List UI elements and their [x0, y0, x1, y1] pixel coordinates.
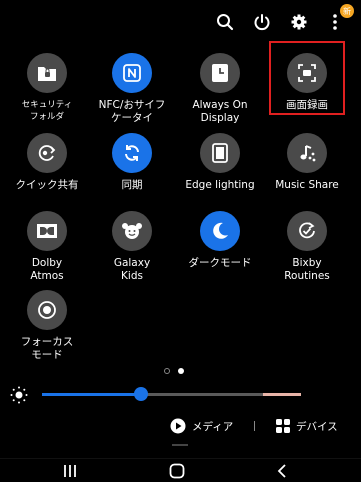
tile-label: Music Share — [275, 179, 339, 191]
home-icon[interactable] — [168, 463, 186, 479]
tile-label: 同期 — [121, 179, 143, 191]
brightness-slider-extra — [263, 393, 301, 396]
bixby-routines-icon — [287, 211, 327, 251]
focus-mode-icon — [27, 290, 67, 330]
tile-quick-share[interactable]: クイック共有 — [5, 133, 89, 192]
quick-share-icon — [27, 133, 67, 173]
highlight-box — [269, 41, 345, 115]
panel-handle[interactable] — [172, 444, 188, 446]
tile-focus-mode[interactable]: フォーカス モード — [5, 290, 89, 362]
quick-panel-header: 新 — [0, 0, 361, 40]
tile-bixby-routines[interactable]: Bixby Routines — [265, 211, 349, 283]
secure-folder-icon — [27, 53, 67, 93]
play-icon — [170, 418, 186, 434]
dark-mode-icon — [200, 211, 240, 251]
tile-label: Always On Display — [192, 99, 248, 124]
tile-sync[interactable]: 同期 — [90, 133, 174, 192]
brightness-slider-thumb[interactable] — [134, 387, 148, 401]
tile-secure-folder[interactable]: セキュリティ フォルダ — [5, 53, 89, 123]
sync-icon — [112, 133, 152, 173]
tile-galaxy-kids[interactable]: Galaxy Kids — [90, 211, 174, 283]
divider — [254, 421, 255, 431]
tile-label: クイック共有 — [15, 179, 79, 191]
music-share-icon — [287, 133, 327, 173]
tile-always-on-display[interactable]: Always On Display — [178, 53, 262, 125]
tile-music-share[interactable]: Music Share — [265, 133, 349, 192]
new-badge: 新 — [340, 4, 354, 18]
devices-button[interactable]: デバイス — [276, 416, 338, 436]
page-dot-2[interactable] — [178, 368, 184, 374]
power-icon[interactable] — [251, 11, 273, 33]
nfc-icon — [112, 53, 152, 93]
settings-icon[interactable] — [288, 11, 310, 33]
devices-label: デバイス — [296, 420, 338, 433]
media-label: メディア — [192, 420, 234, 433]
tile-label: フォーカス モード — [20, 336, 74, 361]
page-indicator — [164, 368, 184, 374]
tile-label: Dolby Atmos — [30, 257, 64, 282]
dolby-atmos-icon — [27, 211, 67, 251]
page-dot-1[interactable] — [164, 368, 170, 374]
devices-icon — [276, 419, 290, 433]
tile-label: セキュリティ フォルダ — [21, 100, 73, 122]
navigation-bar — [0, 458, 361, 482]
tile-edge-lighting[interactable]: Edge lighting — [178, 133, 262, 192]
edge-lighting-icon — [200, 133, 240, 173]
search-icon[interactable] — [214, 11, 236, 33]
tile-nfc[interactable]: NFC/おサイフ ケータイ — [90, 53, 174, 125]
brightness-slider-fill — [42, 393, 138, 396]
brightness-icon — [10, 386, 28, 404]
tile-label: Edge lighting — [185, 179, 255, 191]
tile-label: ダークモード — [188, 257, 252, 269]
tile-label: NFC/おサイフ ケータイ — [98, 99, 166, 124]
tile-label: Galaxy Kids — [113, 257, 151, 282]
brightness-slider-track[interactable] — [138, 393, 263, 396]
galaxy-kids-icon — [112, 211, 152, 251]
media-button[interactable]: メディア — [170, 416, 233, 436]
tile-label: Bixby Routines — [284, 257, 330, 282]
tile-dolby-atmos[interactable]: Dolby Atmos — [5, 211, 89, 283]
always-on-display-icon — [200, 53, 240, 93]
tile-dark-mode[interactable]: ダークモード — [178, 211, 262, 270]
recent-apps-icon[interactable] — [62, 463, 78, 479]
back-icon[interactable] — [274, 463, 290, 479]
